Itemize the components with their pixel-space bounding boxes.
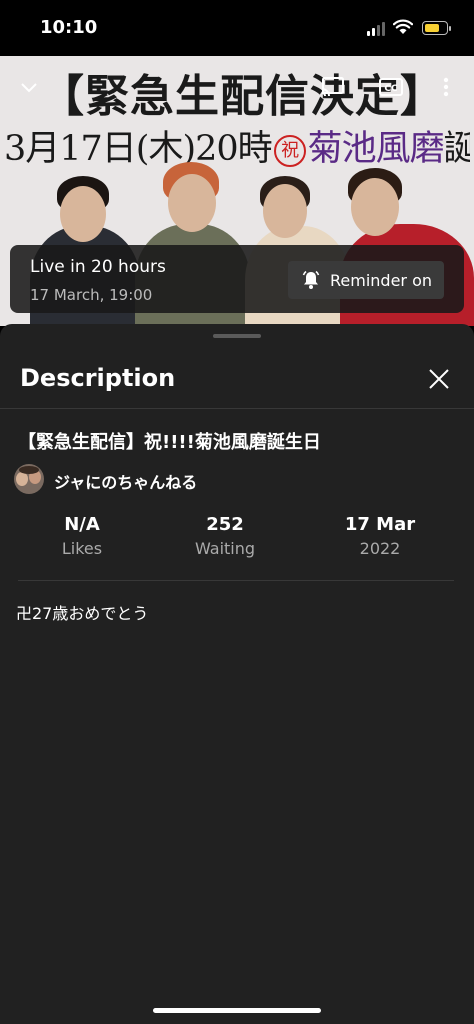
divider [18, 580, 454, 581]
celebration-seal: 祝 [273, 134, 306, 167]
reminder-button[interactable]: Reminder on [288, 261, 444, 299]
captions-icon[interactable]: CC [376, 74, 406, 100]
live-premiere-card: Live in 20 hours 17 March, 19:00 Reminde… [10, 245, 464, 313]
description-text: 卍27歳おめでとう [16, 604, 149, 623]
reminder-label: Reminder on [330, 270, 433, 290]
close-icon[interactable] [424, 364, 454, 394]
thumbnail-banner-subtitle: 3月17日(木)20時祝菊池風磨誕生日記念 [4, 129, 470, 169]
sheet-title: Description [20, 364, 176, 392]
channel-name[interactable]: ジャにのちゃんねる [54, 469, 197, 493]
svg-text:CC: CC [384, 84, 398, 94]
channel-avatar[interactable] [14, 464, 44, 494]
video-title: 【緊急生配信】祝!!!!菊池風磨誕生日 [18, 432, 321, 453]
status-bar: 10:10 [0, 0, 474, 56]
status-time: 10:10 [40, 17, 98, 38]
description-sheet: Description 【緊急生配信】祝!!!!菊池風磨誕生日 ジャにのちゃんね… [0, 324, 474, 1024]
home-indicator[interactable] [153, 1008, 321, 1013]
drag-handle[interactable] [213, 334, 261, 338]
wifi-icon [393, 19, 413, 34]
cast-icon[interactable] [318, 74, 348, 100]
stat-waiting: 252 Waiting [194, 514, 256, 558]
bell-ringing-icon [302, 270, 320, 289]
stat-likes: N/A Likes [61, 514, 103, 558]
chevron-down-icon[interactable] [14, 74, 44, 100]
battery-icon [422, 21, 451, 35]
more-vert-icon[interactable] [436, 74, 456, 100]
cellular-signal-icon [367, 22, 387, 36]
stat-date: 17 Mar 2022 [344, 514, 416, 558]
divider [0, 408, 474, 409]
live-date: 17 March, 19:00 [30, 286, 153, 304]
live-countdown: Live in 20 hours [30, 257, 166, 277]
